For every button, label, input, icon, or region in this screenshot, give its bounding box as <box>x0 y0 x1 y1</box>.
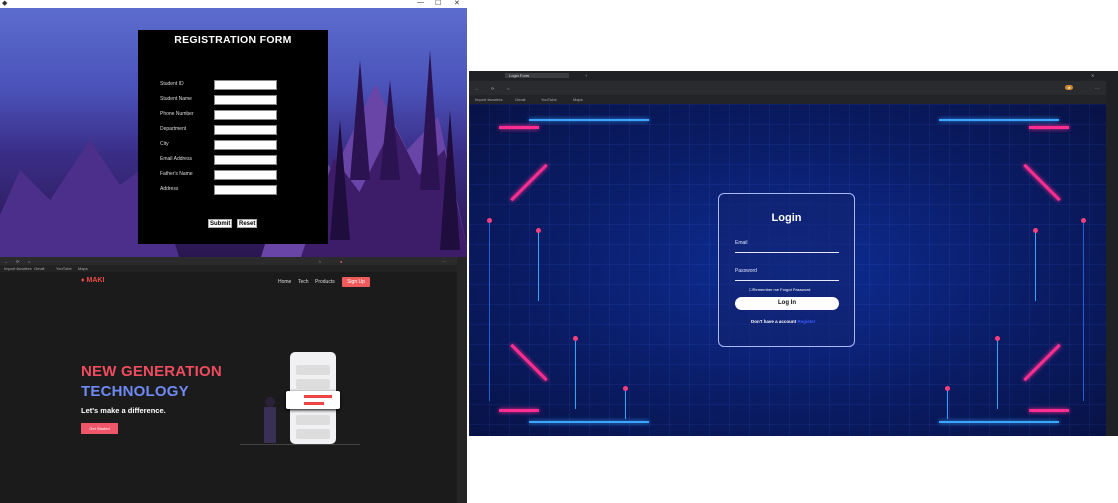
extension-icon[interactable]: ● <box>340 259 342 264</box>
browser-sidebar <box>457 257 467 503</box>
bookmark-youtube[interactable]: YouTube <box>56 266 72 271</box>
field-row: Address <box>160 185 320 195</box>
star-icon[interactable]: ☆ <box>318 259 322 264</box>
address-input[interactable] <box>214 185 277 195</box>
reload-icon[interactable]: ⟳ <box>491 86 494 91</box>
home-icon[interactable]: ⌂ <box>28 259 30 264</box>
signup-button[interactable]: Sign Up <box>342 277 370 287</box>
field-row: Department <box>160 125 320 135</box>
diamond-icon: ♦ <box>81 277 85 284</box>
field-label: Email Address <box>160 156 192 162</box>
close-icon[interactable]: ✕ <box>1091 73 1094 78</box>
remember-me-checkbox[interactable]: ☐Remember me Forgot Password <box>749 287 810 292</box>
hero-illustration <box>240 347 365 447</box>
menu-icon[interactable]: ⋯ <box>1095 86 1099 91</box>
student-name-input[interactable] <box>214 95 277 105</box>
bookmark-youtube[interactable]: YouTube <box>541 97 557 102</box>
home-icon[interactable]: ⌂ <box>507 86 509 91</box>
app-icon: ◆ <box>2 0 8 7</box>
bookmark-import[interactable]: Import favorites <box>4 266 32 271</box>
login-title: Login <box>771 212 802 224</box>
bookmarks-bar: Import favorites Gmail YouTube Maps <box>469 95 1118 104</box>
register-link[interactable]: Register <box>797 319 815 324</box>
bookmarks-bar: Import favorites Gmail YouTube Maps <box>0 265 467 272</box>
browser-toolbar: ← ⟳ ⌂ ☆ ● ⋯ <box>0 257 467 265</box>
signin-badge[interactable]: ● <box>1065 85 1074 90</box>
nav-products[interactable]: Products <box>315 279 335 285</box>
field-label: City <box>160 141 169 147</box>
new-tab-icon[interactable]: + <box>585 73 587 78</box>
get-started-button[interactable]: Get Started <box>81 423 118 434</box>
reload-icon[interactable]: ⟳ <box>16 259 19 264</box>
field-row: Student Name <box>160 95 320 105</box>
email-input[interactable] <box>214 155 277 165</box>
department-input[interactable] <box>214 125 277 135</box>
field-row: Phone Number <box>160 110 320 120</box>
maki-browser-window: ← ⟳ ⌂ ☆ ● ⋯ Import favorites Gmail YouTu… <box>0 257 467 503</box>
reset-button[interactable]: Reset <box>237 219 258 228</box>
field-label: Student Name <box>160 96 192 102</box>
tab-strip: Login Form + ✕ <box>469 71 1118 81</box>
field-label: Phone Number <box>160 111 194 117</box>
login-button[interactable]: Log In <box>735 297 839 310</box>
menu-icon[interactable]: ⋯ <box>442 259 446 264</box>
field-row: City <box>160 140 320 150</box>
remember-label: Remember me Forgot Password <box>752 287 811 292</box>
registration-window: ◆ — ☐ ✕ REGISTRATION FORM Student ID Stu… <box>0 0 467 257</box>
nav-home[interactable]: Home <box>278 279 291 285</box>
bookmark-import[interactable]: Import favorites <box>475 97 503 102</box>
student-id-input[interactable] <box>214 80 277 90</box>
field-row: Student ID <box>160 80 320 90</box>
field-row: Email Address <box>160 155 320 165</box>
address-bar: ← ⟳ ⌂ ● ⋯ <box>469 81 1118 95</box>
field-label: Address <box>160 186 179 192</box>
bookmark-gmail[interactable]: Gmail <box>515 97 525 102</box>
bookmark-maps[interactable]: Maps <box>78 266 88 271</box>
back-icon[interactable]: ← <box>4 259 8 264</box>
close-button[interactable]: ✕ <box>454 0 460 7</box>
logo-text: MAKI <box>86 277 105 284</box>
phone-number-input[interactable] <box>214 110 277 120</box>
field-label: Department <box>160 126 187 132</box>
email-input[interactable]: Email <box>735 240 839 253</box>
back-icon[interactable]: ← <box>475 86 479 91</box>
password-input[interactable]: Password <box>735 268 839 281</box>
login-card: Login Email Password ☐Remember me Forgot… <box>718 193 855 347</box>
field-label: Father's Name <box>160 171 193 177</box>
field-label: Student ID <box>160 81 184 87</box>
maki-logo[interactable]: ♦ MAKI <box>81 277 104 284</box>
form-title: REGISTRATION FORM <box>174 34 292 46</box>
headline-line-1: NEW GENERATION <box>81 363 222 380</box>
submit-button[interactable]: Submit <box>208 219 233 228</box>
field-row: Father's Name <box>160 170 320 180</box>
nav-tech[interactable]: Tech <box>298 279 309 285</box>
login-browser-window: Login Form + ✕ ← ⟳ ⌂ ● ⋯ Import favorite… <box>469 71 1118 436</box>
city-input[interactable] <box>214 140 277 150</box>
headline-line-2: TECHNOLOGY <box>81 383 189 400</box>
tab-login-form[interactable]: Login Form <box>505 73 570 78</box>
no-account-text: Don't have a account Register <box>751 319 816 324</box>
tagline: Let's make a difference. <box>81 406 166 415</box>
maximize-button[interactable]: ☐ <box>435 0 441 7</box>
minimize-button[interactable]: — <box>417 0 424 6</box>
window-titlebar: ◆ — ☐ ✕ <box>0 0 467 8</box>
bookmark-gmail[interactable]: Gmail <box>34 266 44 271</box>
browser-sidebar <box>1106 81 1118 436</box>
registration-form: REGISTRATION FORM Student ID Student Nam… <box>138 30 328 244</box>
fathers-name-input[interactable] <box>214 170 277 180</box>
bookmark-maps[interactable]: Maps <box>573 97 583 102</box>
